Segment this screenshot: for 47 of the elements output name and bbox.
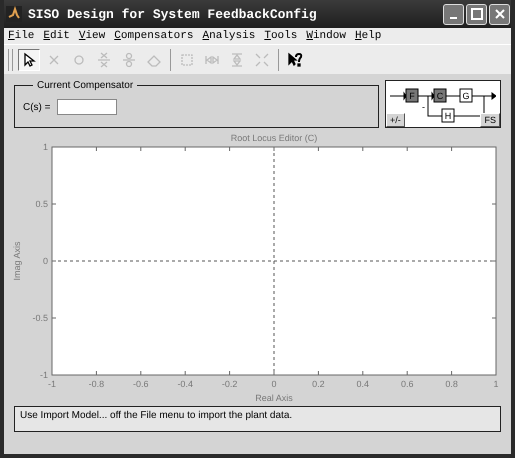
maximize-button[interactable] [466,4,487,24]
compensator-field[interactable] [56,99,116,115]
pointer-tool-button[interactable] [18,48,40,70]
tool-icon [121,52,137,68]
menu-item[interactable]: View [78,30,106,42]
window-title: SISO Design for System FeedbackConfig [28,6,318,22]
menu-item[interactable]: Analysis [202,30,256,42]
plot-title: Root Locus Editor (C) [230,133,318,143]
x-tick-label: 0.2 [312,379,325,389]
tool-icon [229,52,245,68]
y-tick-label: 1 [42,142,48,152]
x-tick-label: 0.6 [400,379,414,389]
tool-icon [254,52,270,68]
x-tick-label: -0.2 [222,379,238,389]
x-tick-label: -1 [48,379,56,389]
x-tick-label: -0.4 [177,379,193,389]
y-tick-label: -1 [40,370,48,380]
x-tick-label: 0 [272,379,276,389]
y-tick-label: -0.5 [32,313,48,323]
x-axis-label: Real Axis [255,393,293,403]
menu-item[interactable]: File [8,30,34,42]
y-tick-label: 0.5 [35,199,48,209]
x-tick-label: -0.6 [133,379,149,389]
tool-icon [179,52,195,68]
y-axis-label: Imag Axis [12,242,22,280]
minimize-icon [450,17,457,19]
menu-item[interactable]: Edit [43,30,70,42]
x-tick-label: 0.8 [445,379,458,389]
x-tick-label: 1 [494,379,498,389]
panel-title: Current Compensator [36,80,134,91]
minimize-button[interactable] [443,4,464,24]
maximize-icon [470,8,482,20]
x-tick-label: -0.8 [88,379,104,389]
close-button[interactable] [489,4,510,24]
field-label: C(s) = [23,102,50,112]
menu-item[interactable]: Help [354,30,382,42]
y-tick-label: 0 [42,256,48,266]
menu-item[interactable]: Tools [264,30,298,42]
diagram-button[interactable]: +/- [386,113,405,127]
menu-item[interactable]: Compensators [114,30,194,42]
x-tick-label: 0.4 [356,379,370,389]
close-icon [494,8,506,20]
tool-icon [96,52,112,68]
status-message: Use Import Model... off the File menu to import the plant data. [14,406,501,432]
help-icon [287,52,303,68]
menu-item[interactable]: Window [306,30,346,42]
diagram-button[interactable]: FS [480,113,500,127]
